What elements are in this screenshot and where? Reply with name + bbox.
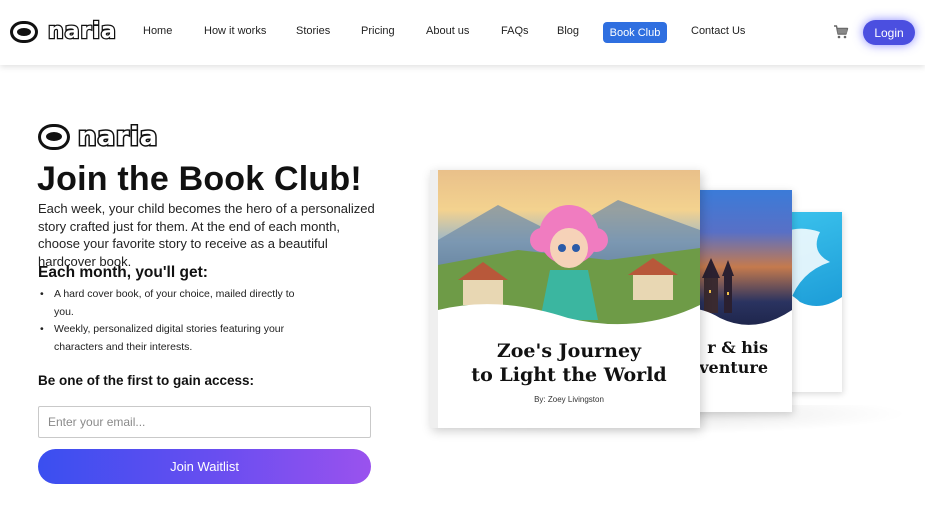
login-button[interactable]: Login [863,20,915,45]
nav-about-us[interactable]: About us [426,25,469,37]
nav-home[interactable]: Home [143,25,172,37]
girl-village-illustration [438,200,700,330]
top-navbar: naria Home How it works Stories Pricing … [0,0,925,65]
book-title-line-2: to Light the World [471,364,667,386]
nav-faqs[interactable]: FAQs [501,25,529,37]
benefits-heading: Each month, you'll get: [38,264,208,281]
intro-paragraph: Each week, your child becomes the hero o… [38,201,375,269]
nav-blog[interactable]: Blog [557,25,579,37]
join-waitlist-button[interactable]: Join Waitlist [38,449,371,484]
benefit-item: A hard cover book, of your choice, maile… [40,286,314,321]
nav-contact-us[interactable]: Contact Us [691,25,745,37]
book-illustration [438,170,700,330]
email-input[interactable] [38,406,371,438]
access-heading: Be one of the first to gain access: [38,373,255,388]
book-title-line-1: Zoe's Journey [496,340,642,362]
nav-stories[interactable]: Stories [296,25,330,37]
logo-helmet-icon [38,124,70,150]
book-covers-showcase: e ions r & his dventure [430,170,920,440]
book-author: By: Zoey Livingston [534,395,604,404]
hero-logo: naria [38,122,159,152]
logo-helmet-icon [10,21,38,43]
shopping-cart-icon[interactable] [833,24,849,40]
benefits-list: A hard cover book, of your choice, maile… [40,286,314,356]
page-title: Join the Book Club! [37,160,362,198]
nav-pricing[interactable]: Pricing [361,25,395,37]
brand-logo[interactable]: naria [10,19,117,45]
logo-wordmark: naria [47,19,117,44]
benefit-item: Weekly, personalized digital stories fea… [40,321,314,356]
book-cover-front: Zoe's Journey to Light the World By: Zoe… [430,170,700,428]
nav-book-club[interactable]: Book Club [603,22,667,43]
nav-how-it-works[interactable]: How it works [204,25,266,37]
hero-logo-wordmark: naria [76,122,159,152]
